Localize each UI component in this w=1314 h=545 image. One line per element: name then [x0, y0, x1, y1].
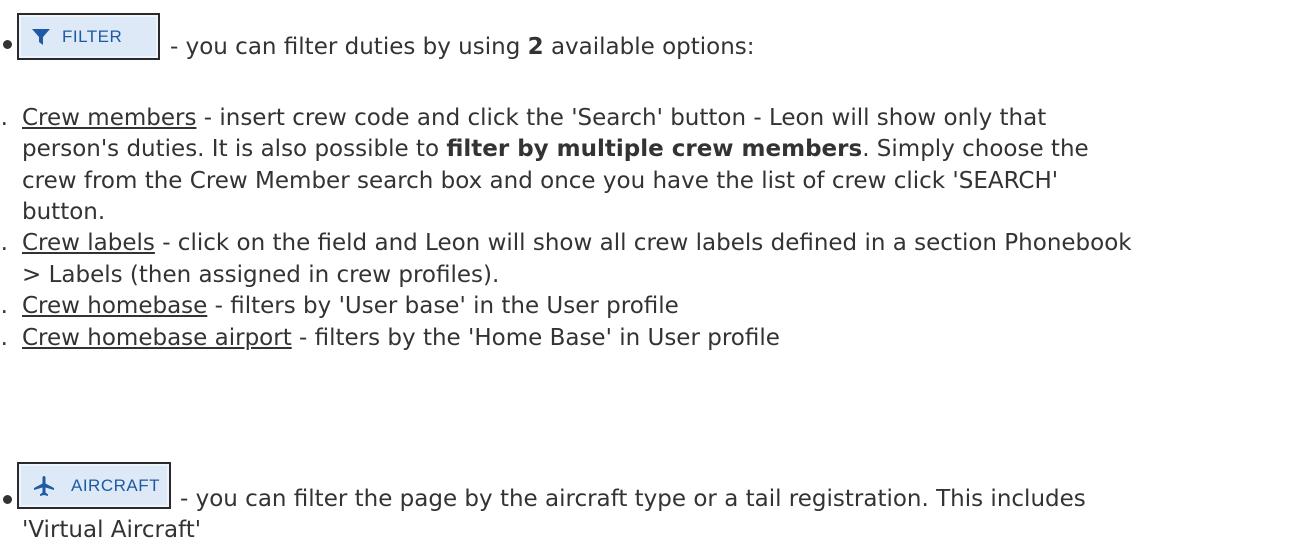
- bullet-dot: [3, 495, 12, 504]
- option-text: . Simply choose the: [862, 136, 1089, 162]
- option-term-crew-labels: Crew labels: [22, 230, 155, 256]
- option-text: - filters by 'User base' in the User pro…: [207, 293, 679, 319]
- aircraft-description-line: 'Virtual Aircraft': [22, 517, 202, 543]
- option-term-crew-homebase: Crew homebase: [22, 293, 208, 319]
- option-bold-text: filter by multiple crew members: [446, 136, 863, 162]
- aircraft-description-line: - you can filter the page by the aircraf…: [180, 486, 1086, 512]
- bullet-dot: [3, 40, 12, 49]
- list-item-line: > Labels (then assigned in crew profiles…: [22, 262, 500, 288]
- option-text: person's duties. It is also possible to: [22, 136, 447, 162]
- option-term-crew-homebase-airport: Crew homebase airport: [22, 325, 292, 351]
- airplane-icon: [33, 475, 55, 497]
- filter-description: - you can filter duties by using 2 avail…: [170, 32, 755, 62]
- option-text: - filters by the 'Home Base' in User pro…: [291, 325, 780, 351]
- option-text: - insert crew code and click the 'Search…: [196, 105, 1047, 131]
- filter-button-label: FILTER: [62, 26, 123, 46]
- option-text: - click on the field and Leon will show …: [154, 230, 1132, 256]
- filter-bold-count: 2: [527, 34, 544, 60]
- option-term-crew-members: Crew members: [22, 105, 197, 131]
- list-item-line: button.: [22, 199, 106, 225]
- filter-text-before: - you can filter duties by using: [170, 34, 528, 60]
- list-number: 4.: [0, 325, 8, 351]
- list-number: 3.: [0, 293, 8, 319]
- list-number: 2.: [0, 230, 8, 256]
- list-item-line: Crew homebase - filters by 'User base' i…: [22, 291, 679, 321]
- list-item-line: person's duties. It is also possible to …: [22, 134, 1089, 164]
- list-item-line: Crew labels - click on the field and Leo…: [22, 228, 1132, 258]
- list-item-line: Crew members - insert crew code and clic…: [22, 103, 1046, 133]
- filter-text-after: available options:: [543, 34, 755, 60]
- list-item-line: crew from the Crew Member search box and…: [22, 168, 1059, 194]
- aircraft-button-image: AIRCRAFT: [17, 462, 171, 509]
- funnel-icon: [31, 27, 51, 47]
- list-number: 1.: [0, 105, 8, 131]
- aircraft-button-label: AIRCRAFT: [71, 475, 160, 495]
- filter-button-image: FILTER: [17, 13, 160, 60]
- list-item-line: Crew homebase airport - filters by the '…: [22, 323, 780, 353]
